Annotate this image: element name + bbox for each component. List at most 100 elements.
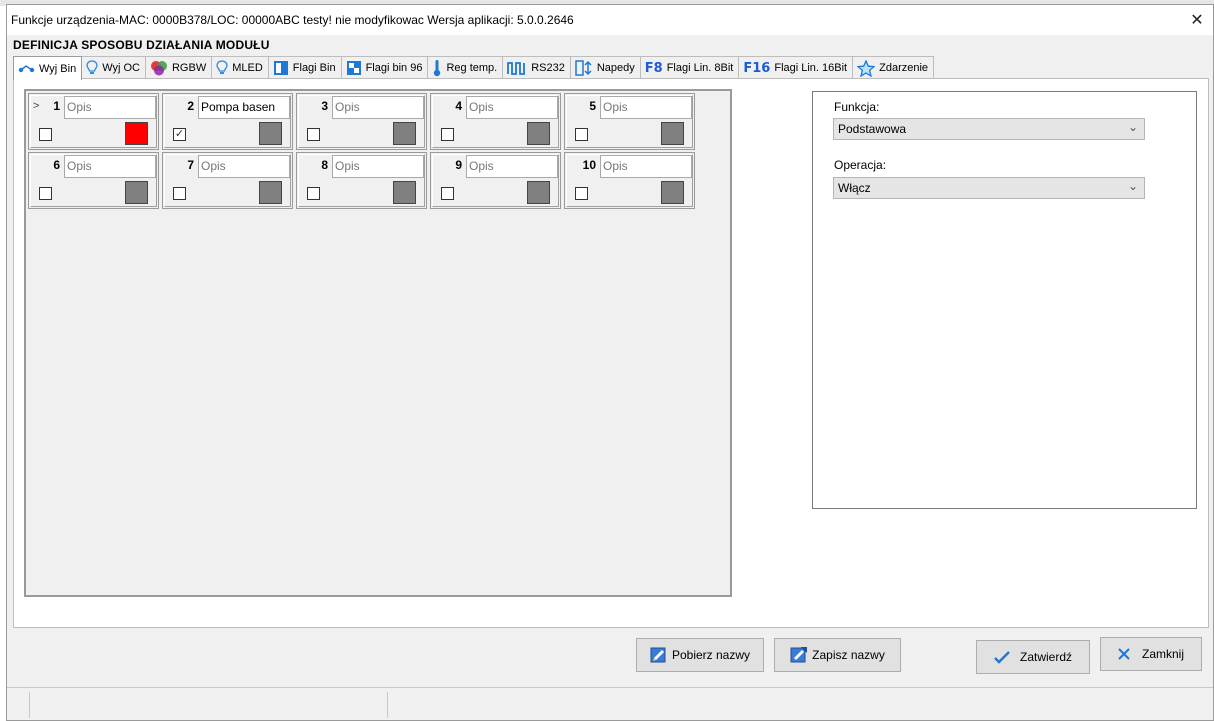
output-cell-10[interactable]: 10 Opis bbox=[564, 152, 695, 209]
tab-label: Wyj OC bbox=[102, 62, 140, 74]
output-number: 4 bbox=[455, 99, 462, 113]
output-state-indicator[interactable] bbox=[393, 181, 416, 204]
close-x-icon bbox=[1118, 648, 1130, 660]
output-state-indicator[interactable] bbox=[527, 122, 550, 145]
tab-napedy[interactable]: Napedy bbox=[569, 56, 641, 79]
output-number: 9 bbox=[455, 158, 462, 172]
tab-mled[interactable]: MLED bbox=[211, 56, 269, 79]
rgb-circles-icon bbox=[150, 60, 168, 76]
save-names-icon bbox=[790, 646, 808, 664]
window-title: Funkcje urządzenia-MAC: 0000B378/LOC: 00… bbox=[11, 13, 574, 27]
output-checkbox[interactable] bbox=[575, 187, 588, 200]
output-checkbox[interactable] bbox=[575, 128, 588, 141]
output-cell-7[interactable]: 7 Opis bbox=[162, 152, 293, 209]
funkcja-value: Podstawowa bbox=[838, 122, 907, 136]
output-cell-3[interactable]: 3 Opis bbox=[296, 93, 427, 150]
title-bar: Funkcje urządzenia-MAC: 0000B378/LOC: 00… bbox=[7, 5, 1213, 35]
tab-flagi-lin-16bit[interactable]: F16 Flagi Lin. 16Bit bbox=[738, 56, 854, 79]
output-state-indicator[interactable] bbox=[661, 181, 684, 204]
output-name-field[interactable]: Pompa basen bbox=[198, 96, 290, 119]
zamknij-label: Zamknij bbox=[1141, 647, 1184, 661]
output-name-field[interactable]: Opis bbox=[600, 155, 692, 178]
status-bar bbox=[7, 687, 1213, 720]
chevron-down-icon: ⌄ bbox=[1127, 120, 1138, 134]
selected-marker: > bbox=[33, 100, 40, 112]
close-icon[interactable]: ✕ bbox=[1181, 5, 1213, 35]
tab-label: RS232 bbox=[531, 62, 565, 74]
output-number: 1 bbox=[53, 99, 60, 113]
tab-panel-wyj-bin: >1 Opis 2 Pompa basen ✓ 3 Opis 4 Opis 5 Opis 6 Opis 7… bbox=[13, 78, 1209, 628]
output-number: 3 bbox=[321, 99, 328, 113]
zapisz-label: Zapisz nazwy bbox=[812, 648, 885, 662]
output-number: 8 bbox=[321, 158, 328, 172]
output-state-indicator[interactable] bbox=[125, 181, 148, 204]
output-checkbox[interactable] bbox=[39, 128, 52, 141]
zatwierdz-button[interactable]: Zatwierdź bbox=[976, 640, 1090, 674]
output-cell-1[interactable]: >1 Opis bbox=[28, 93, 159, 150]
download-names-icon bbox=[650, 646, 668, 664]
output-cell-5[interactable]: 5 Opis bbox=[564, 93, 695, 150]
zapisz-nazwy-button[interactable]: Zapisz nazwy bbox=[774, 638, 901, 672]
output-cell-6[interactable]: 6 Opis bbox=[28, 152, 159, 209]
output-state-indicator[interactable] bbox=[259, 181, 282, 204]
pulse-wave-icon bbox=[507, 61, 527, 75]
zamknij-button[interactable]: Zamknij bbox=[1100, 637, 1202, 671]
thermometer-icon bbox=[432, 59, 442, 77]
f8-icon: F8 bbox=[644, 60, 663, 76]
output-name-field[interactable]: Opis bbox=[332, 96, 424, 119]
tab-label: Flagi Lin. 8Bit bbox=[666, 62, 734, 74]
output-cell-8[interactable]: 8 Opis bbox=[296, 152, 427, 209]
tab-wyj-bin[interactable]: Wyj Bin bbox=[13, 56, 83, 80]
tab-rs232[interactable]: RS232 bbox=[502, 56, 571, 79]
operacja-value: Włącz bbox=[838, 181, 871, 195]
output-checkbox[interactable] bbox=[441, 128, 454, 141]
output-number: 5 bbox=[589, 99, 596, 113]
output-state-indicator[interactable] bbox=[125, 122, 148, 145]
tab-zdarzenie[interactable]: Zdarzenie bbox=[852, 56, 935, 79]
output-name-field[interactable]: Opis bbox=[466, 96, 558, 119]
operacja-select[interactable]: Włącz ⌄ bbox=[833, 177, 1145, 199]
tab-wyj-oc[interactable]: Wyj OC bbox=[81, 56, 146, 79]
output-checkbox[interactable]: ✓ bbox=[173, 128, 186, 141]
section-title: DEFINICJA SPOSOBU DZIAŁANIA MODUŁU bbox=[13, 38, 270, 52]
output-number: 2 bbox=[187, 99, 194, 113]
output-name-field[interactable]: Opis bbox=[600, 96, 692, 119]
output-cell-4[interactable]: 4 Opis bbox=[430, 93, 561, 150]
flag-bin-96-icon bbox=[346, 60, 362, 76]
output-number: 10 bbox=[582, 158, 596, 172]
output-checkbox[interactable] bbox=[441, 187, 454, 200]
check-icon bbox=[994, 650, 1010, 664]
output-checkbox[interactable] bbox=[307, 128, 320, 141]
tab-flagi-lin-8bit[interactable]: F8 Flagi Lin. 8Bit bbox=[639, 56, 740, 79]
operacja-label: Operacja: bbox=[834, 158, 887, 172]
tab-label: Zdarzenie bbox=[879, 62, 929, 74]
tab-rgbw[interactable]: RGBW bbox=[144, 56, 213, 79]
output-name-field[interactable]: Opis bbox=[198, 155, 290, 178]
output-name-field[interactable]: Opis bbox=[466, 155, 558, 178]
output-state-indicator[interactable] bbox=[527, 181, 550, 204]
tab-label: RGBW bbox=[171, 62, 207, 74]
output-name-field[interactable]: Opis bbox=[64, 96, 156, 119]
status-divider bbox=[387, 692, 388, 718]
bulb-outline-icon bbox=[216, 60, 228, 76]
output-state-indicator[interactable] bbox=[259, 122, 282, 145]
output-state-indicator[interactable] bbox=[661, 122, 684, 145]
tab-flagi-bin-96[interactable]: Flagi bin 96 bbox=[340, 56, 429, 79]
output-name-field[interactable]: Opis bbox=[64, 155, 156, 178]
output-number: 6 bbox=[53, 158, 60, 172]
output-name-field[interactable]: Opis bbox=[332, 155, 424, 178]
output-state-indicator[interactable] bbox=[393, 122, 416, 145]
settings-panel: Funkcja: Podstawowa ⌄ Operacja: Włącz ⌄ bbox=[812, 91, 1197, 509]
tab-label: Flagi Bin bbox=[292, 62, 336, 74]
zatwierdz-label: Zatwierdź bbox=[1019, 650, 1072, 664]
output-checkbox[interactable] bbox=[173, 187, 186, 200]
output-cell-2[interactable]: 2 Pompa basen ✓ bbox=[162, 93, 293, 150]
tab-label: Reg temp. bbox=[446, 62, 498, 74]
output-cell-9[interactable]: 9 Opis bbox=[430, 152, 561, 209]
output-checkbox[interactable] bbox=[39, 187, 52, 200]
pobierz-nazwy-button[interactable]: Pobierz nazwy bbox=[636, 638, 764, 672]
funkcja-select[interactable]: Podstawowa ⌄ bbox=[833, 118, 1145, 140]
output-checkbox[interactable] bbox=[307, 187, 320, 200]
tab-reg-temp[interactable]: Reg temp. bbox=[427, 56, 504, 79]
tab-flagi-bin[interactable]: Flagi Bin bbox=[267, 56, 342, 79]
